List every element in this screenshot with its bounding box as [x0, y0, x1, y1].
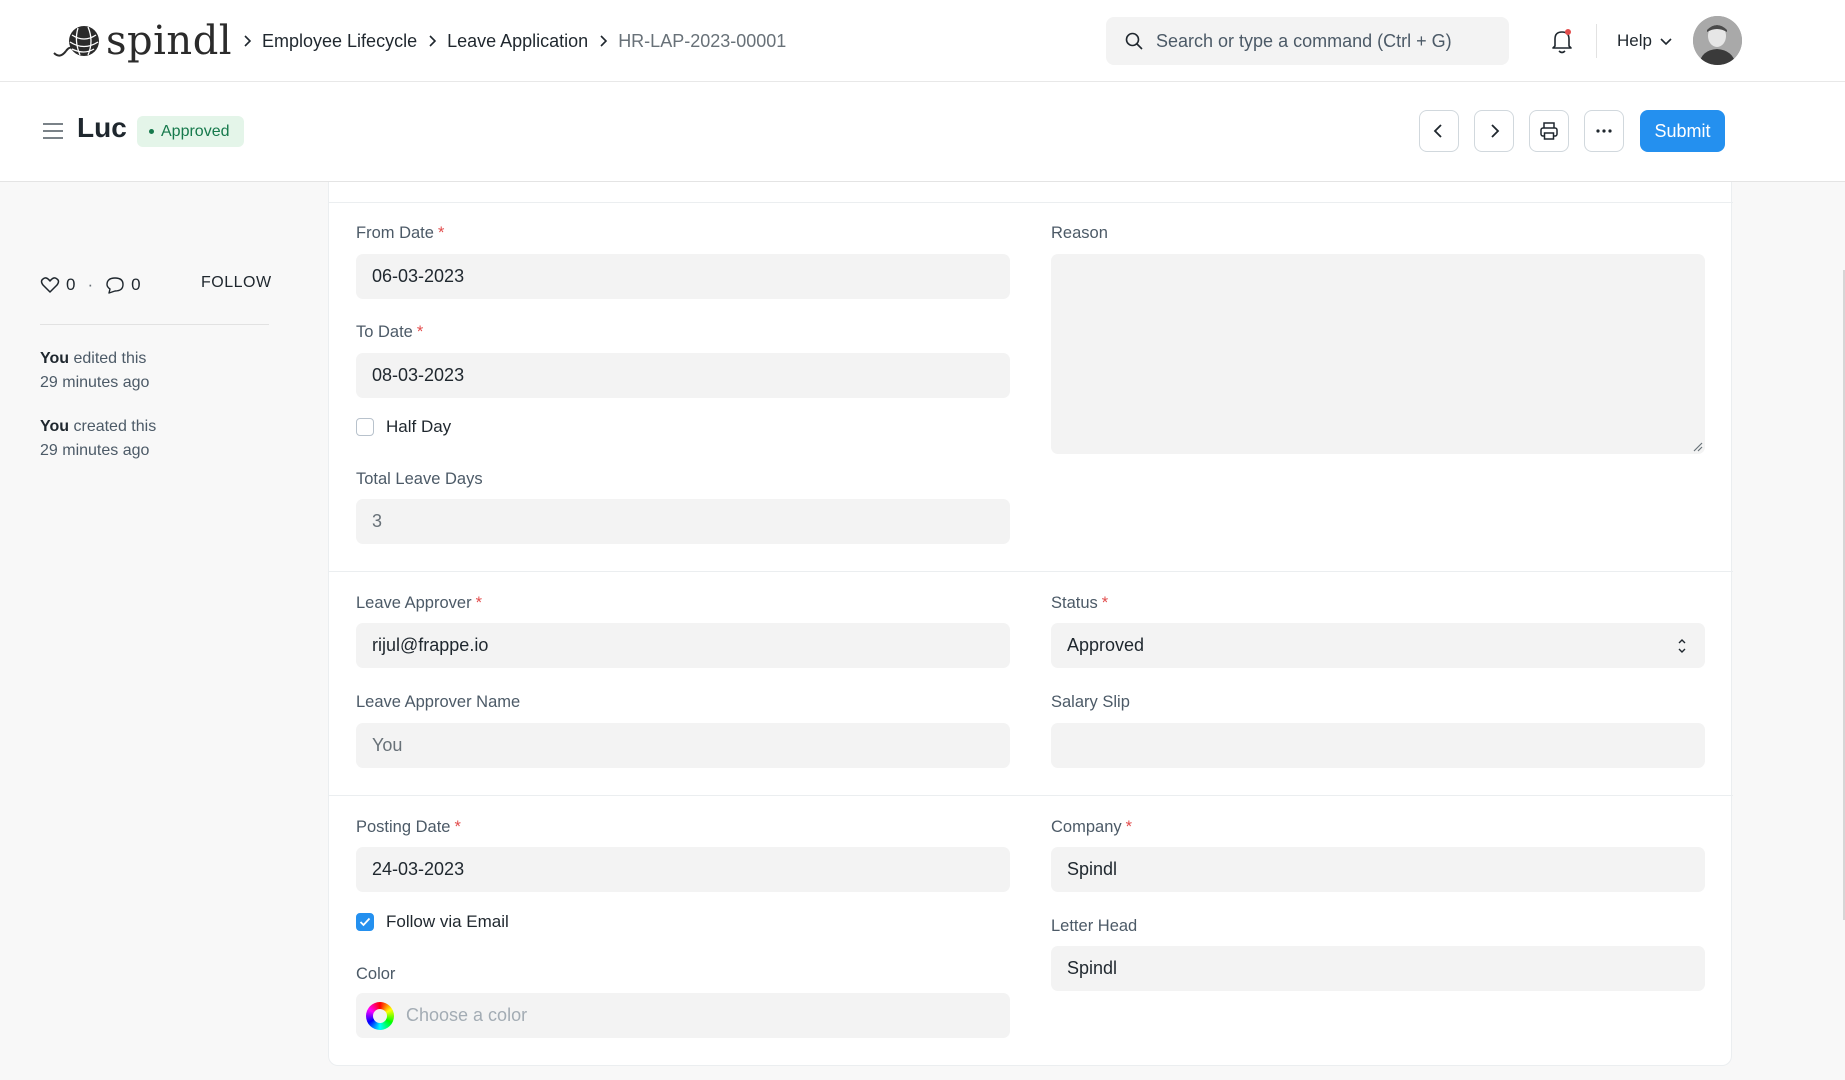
navbar: spindl Employee Lifecycle Leave Applicat… [0, 0, 1845, 82]
section-divider [329, 795, 1733, 796]
letter-head-field[interactable]: Spindl [1051, 946, 1705, 991]
help-label: Help [1617, 31, 1652, 50]
color-picker-field[interactable]: Choose a color [356, 993, 1010, 1038]
color-label: Color [356, 965, 396, 983]
more-actions-button[interactable] [1584, 110, 1624, 152]
status-badge-label: Approved [161, 122, 230, 140]
printer-icon [1540, 122, 1558, 140]
reason-label: Reason [1051, 224, 1108, 242]
chevron-right-icon [588, 34, 618, 48]
color-placeholder: Choose a color [406, 1005, 528, 1025]
leave-approver-label-text: Leave Approver [356, 594, 472, 612]
status-label: Status * [1051, 594, 1109, 612]
check-icon [359, 917, 371, 927]
activity-item: You edited this 29 minutes ago [40, 347, 270, 395]
section-divider [329, 571, 1733, 572]
chevron-right-icon [1491, 124, 1500, 138]
activity-time: 29 minutes ago [40, 374, 150, 391]
previous-document-button[interactable] [1419, 110, 1459, 152]
status-badge: Approved [137, 116, 244, 147]
sidebar-toggle-icon[interactable] [41, 120, 65, 142]
chevron-right-icon [232, 34, 262, 48]
to-date-label: To Date * [356, 323, 424, 341]
section-divider [329, 202, 1733, 203]
form-card: From Date * 06-03-2023 To Date * 08-03-202… [328, 182, 1733, 1066]
page-head: Luc Approved Submit [0, 82, 1845, 182]
form-sidebar: 0 · 0 FOLLOW You edited this 29 minutes … [40, 270, 272, 463]
leave-approver-field[interactable]: rijul@frappe.io [356, 623, 1010, 668]
posting-date-label: Posting Date * [356, 818, 461, 836]
reason-textarea[interactable] [1051, 254, 1705, 454]
total-leave-days-field: 3 [356, 499, 1010, 544]
to-date-label-text: To Date [356, 323, 413, 341]
salary-slip-field[interactable] [1051, 723, 1705, 768]
search-icon [1125, 32, 1143, 50]
activity-time: 29 minutes ago [40, 442, 150, 459]
from-date-field[interactable]: 06-03-2023 [356, 254, 1010, 299]
meta-separator: · [87, 275, 94, 294]
breadcrumb: Employee Lifecycle Leave Application HR-… [232, 26, 786, 56]
leave-approver-name-label: Leave Approver Name [356, 693, 521, 711]
help-dropdown[interactable]: Help [1617, 28, 1674, 54]
status-label-text: Status [1051, 594, 1098, 612]
letter-head-label: Letter Head [1051, 917, 1138, 935]
likes-count: 0 [66, 275, 76, 294]
breadcrumb-current-document[interactable]: HR-LAP-2023-00001 [618, 31, 786, 52]
submit-button[interactable]: Submit [1640, 110, 1725, 152]
sidebar-divider [40, 324, 269, 325]
activity-actor: You [40, 418, 70, 435]
search-placeholder: Search or type a command (Ctrl + G) [1156, 30, 1452, 51]
breadcrumb-employee-lifecycle[interactable]: Employee Lifecycle [262, 31, 417, 52]
notifications-bell-icon[interactable] [1548, 26, 1576, 56]
company-label-text: Company [1051, 818, 1122, 836]
posting-date-label-text: Posting Date [356, 818, 451, 836]
half-day-checkbox[interactable] [356, 418, 374, 436]
print-button[interactable] [1529, 110, 1569, 152]
company-field[interactable]: Spindl [1051, 847, 1705, 892]
resize-handle-icon[interactable] [1691, 440, 1703, 452]
breadcrumb-leave-application[interactable]: Leave Application [447, 31, 588, 52]
chevron-left-icon [1433, 124, 1442, 138]
company-label: Company * [1051, 818, 1133, 836]
select-arrows-icon [1678, 638, 1686, 653]
to-date-field[interactable]: 08-03-2023 [356, 353, 1010, 398]
color-wheel-icon[interactable] [366, 1001, 394, 1030]
heart-icon[interactable] [40, 276, 60, 294]
ellipsis-icon [1596, 129, 1612, 133]
app-logo[interactable]: spindl [52, 16, 232, 66]
leave-approver-label: Leave Approver * [356, 594, 483, 612]
yarn-ball-icon [53, 26, 99, 57]
from-date-label: From Date * [356, 224, 445, 242]
navbar-divider [1596, 24, 1597, 58]
logo-text: spindl [106, 18, 233, 64]
comments-count: 0 [131, 275, 141, 294]
from-date-label-text: From Date [356, 224, 434, 242]
status-select[interactable]: Approved [1051, 623, 1705, 668]
activity-actor: You [40, 350, 70, 367]
comment-icon[interactable] [105, 276, 125, 294]
follow-via-email-label: Follow via Email [386, 912, 509, 931]
next-document-button[interactable] [1474, 110, 1514, 152]
status-dot-icon [149, 129, 154, 134]
follow-button[interactable]: FOLLOW [201, 274, 272, 292]
page-title: Luc [77, 112, 127, 143]
follow-via-email-checkbox[interactable] [356, 913, 374, 931]
status-select-value: Approved [1067, 635, 1145, 655]
posting-date-field[interactable]: 24-03-2023 [356, 847, 1010, 892]
chevron-down-icon [1660, 38, 1672, 46]
search-input[interactable]: Search or type a command (Ctrl + G) [1106, 17, 1509, 65]
user-avatar[interactable] [1693, 16, 1742, 65]
salary-slip-label: Salary Slip [1051, 693, 1130, 711]
leave-approver-name-field: You [356, 723, 1010, 768]
total-leave-days-label: Total Leave Days [356, 470, 483, 488]
chevron-right-icon [417, 34, 447, 48]
half-day-label: Half Day [386, 417, 452, 436]
activity-action: created this [73, 418, 157, 435]
activity-action: edited this [73, 350, 147, 367]
activity-item: You created this 29 minutes ago [40, 415, 270, 463]
